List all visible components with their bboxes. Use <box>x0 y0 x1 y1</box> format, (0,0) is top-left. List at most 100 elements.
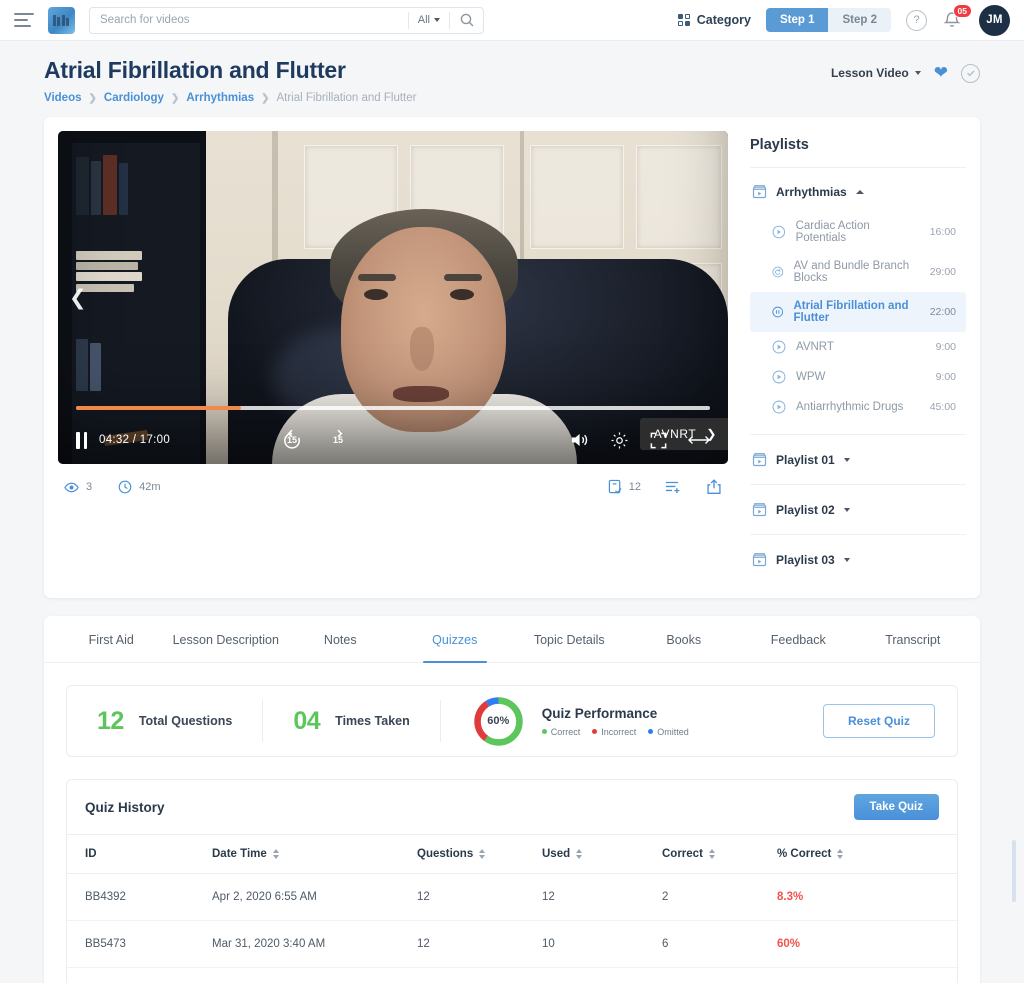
playlist-folder-icon <box>752 503 767 517</box>
views-stat: 3 <box>64 481 92 493</box>
breadcrumb-item-cardiology[interactable]: Cardiology <box>104 92 164 104</box>
playlist-item[interactable]: Cardiac Action Potentials 16:00 <box>750 212 966 252</box>
video-player[interactable]: ❮ AVNRT ❯ 04:32 / 17:00 15 15 <box>58 131 728 464</box>
previous-video-button[interactable]: ❮ <box>69 285 87 310</box>
category-button[interactable]: Category <box>677 13 751 27</box>
cell-datetime: Mar 31, 2020 3:40 AM <box>212 920 417 968</box>
caret-down-icon[interactable] <box>843 557 850 562</box>
page-scrollbar[interactable] <box>1012 840 1016 902</box>
page-header-actions: Lesson Video ❤ <box>831 57 980 83</box>
add-to-playlist-button[interactable] <box>665 480 682 495</box>
cell-id: BB8832 <box>67 967 212 983</box>
progress-bar[interactable] <box>76 406 710 410</box>
total-questions-stat: 12 Total Questions <box>67 707 262 736</box>
legend-incorrect: Incorrect <box>592 727 636 737</box>
breadcrumb-item-videos[interactable]: Videos <box>44 92 82 104</box>
cell-datetime: Apr 2, 2020 6:55 AM <box>212 873 417 921</box>
breadcrumb-separator: ❯ <box>88 92 97 104</box>
progress-fill <box>76 406 241 410</box>
playlist-item-label: Atrial Fibrillation and Flutter <box>793 300 909 324</box>
tab-books[interactable]: Books <box>627 616 742 662</box>
replay-circle-icon <box>772 266 784 278</box>
forward-label: 15 <box>333 435 344 445</box>
column-header-percent-correct[interactable]: % Correct <box>777 834 957 874</box>
search-icon[interactable] <box>450 13 483 27</box>
cell-used: 12 <box>542 873 662 921</box>
tab-feedback[interactable]: Feedback <box>741 616 856 662</box>
playlist-item-label: Cardiac Action Potentials <box>795 220 870 244</box>
avatar[interactable]: JM <box>979 4 1010 36</box>
caret-down-icon[interactable] <box>843 507 850 512</box>
gear-icon[interactable] <box>610 431 629 450</box>
rewind-15-button[interactable]: 15 <box>280 428 304 452</box>
cell-percent: 78% <box>777 967 957 983</box>
playlist-item[interactable]: AV and Bundle Branch Blocks 29:00 <box>750 252 966 292</box>
volume-icon[interactable] <box>570 431 590 449</box>
breadcrumb-separator: ❯ <box>170 92 180 104</box>
playlist-item-duration: 22:00 <box>929 306 956 318</box>
column-header-questions[interactable]: Questions <box>417 834 542 874</box>
caret-down-icon[interactable] <box>843 457 850 462</box>
legend-dot <box>648 729 654 734</box>
step-2-button[interactable]: Step 2 <box>828 8 891 32</box>
column-header-correct[interactable]: Correct <box>662 834 777 874</box>
search-input[interactable] <box>90 14 408 26</box>
times-taken-value: 04 <box>293 706 321 735</box>
playlist-row-03[interactable]: Playlist 03 <box>750 535 966 584</box>
breadcrumb: Videos ❯ Cardiology ❯ Arrhythmias ❯ Atri… <box>44 92 980 104</box>
playlist-item[interactable]: AVNRT 9:00 <box>750 332 966 362</box>
duration-stat: 42m <box>118 480 161 494</box>
table-row[interactable]: BB4392 Apr 2, 2020 6:55 AM 12 12 2 8.3% <box>67 873 957 921</box>
caret-up-icon[interactable] <box>855 189 864 194</box>
lesson-type-label: Lesson Video <box>830 66 909 80</box>
notifications-button[interactable]: 05 <box>942 4 972 31</box>
playlist-items: Cardiac Action Potentials 16:00 AV and B… <box>750 212 966 428</box>
brand-logo[interactable] <box>48 6 75 34</box>
help-icon[interactable]: ? <box>906 9 927 31</box>
search-bar[interactable]: All <box>89 6 484 34</box>
playlist-folder-icon <box>752 553 767 567</box>
playlist-row-name: Playlist 01 <box>776 452 835 467</box>
step-1-button[interactable]: Step 1 <box>765 8 829 32</box>
table-row[interactable]: BB5473 Mar 31, 2020 3:40 AM 12 10 6 60% <box>67 920 957 968</box>
arrows-horizontal-icon[interactable] <box>688 433 710 447</box>
forward-15-button[interactable]: 15 <box>326 428 350 452</box>
lesson-type-dropdown[interactable]: Lesson Video <box>831 66 921 80</box>
tab-first-aid[interactable]: First Aid <box>54 616 169 662</box>
cell-questions: 12 <box>417 967 542 983</box>
playlist-item[interactable]: WPW 9:00 <box>750 362 966 392</box>
take-quiz-button[interactable]: Take Quiz <box>853 794 939 820</box>
performance-text: Quiz Performance Correct Incorrect Omitt… <box>541 706 689 737</box>
hamburger-icon[interactable] <box>14 12 36 28</box>
playlist-row-name: Playlist 03 <box>776 552 835 567</box>
performance-donut-chart: 60% <box>471 694 526 749</box>
column-header-id[interactable]: ID <box>67 834 212 874</box>
quiz-questions-button[interactable]: 12 <box>608 479 641 495</box>
heart-icon[interactable]: ❤ <box>934 63 948 83</box>
play-circle-icon <box>772 340 786 354</box>
sort-icon <box>479 849 486 859</box>
legend-dot <box>592 729 598 734</box>
tab-transcript[interactable]: Transcript <box>856 616 971 662</box>
pause-button[interactable] <box>76 431 87 449</box>
search-filter-dropdown[interactable]: All <box>409 14 449 26</box>
playlist-item-active[interactable]: Atrial Fibrillation and Flutter 22:00 <box>750 292 966 332</box>
tab-quizzes[interactable]: Quizzes <box>398 616 513 663</box>
playlist-row-02[interactable]: Playlist 02 <box>750 485 966 535</box>
reset-quiz-button[interactable]: Reset Quiz <box>822 704 935 738</box>
check-circle-icon[interactable] <box>961 63 980 83</box>
fullscreen-icon[interactable] <box>649 431 668 450</box>
tab-notes[interactable]: Notes <box>283 616 398 662</box>
tab-lesson-description[interactable]: Lesson Description <box>169 616 284 662</box>
video-column: ❮ AVNRT ❯ 04:32 / 17:00 15 15 3 42m 12 <box>58 131 728 584</box>
playlist-row-01[interactable]: Playlist 01 <box>750 435 966 485</box>
table-row[interactable]: BB8832 Mar 25, 2020 9:35 AM 12 12 9 78% <box>67 967 957 983</box>
playlist-group-arrhythmias[interactable]: Arrhythmias <box>750 168 966 212</box>
column-header-date-time[interactable]: Date Time <box>212 834 417 874</box>
share-icon <box>707 479 721 494</box>
playlist-item[interactable]: Antiarrhythmic Drugs 45:00 <box>750 392 966 422</box>
column-header-used[interactable]: Used <box>542 834 662 874</box>
share-button[interactable] <box>706 479 722 495</box>
tab-topic-details[interactable]: Topic Details <box>512 616 627 662</box>
breadcrumb-item-arrhythmias[interactable]: Arrhythmias <box>186 92 254 104</box>
